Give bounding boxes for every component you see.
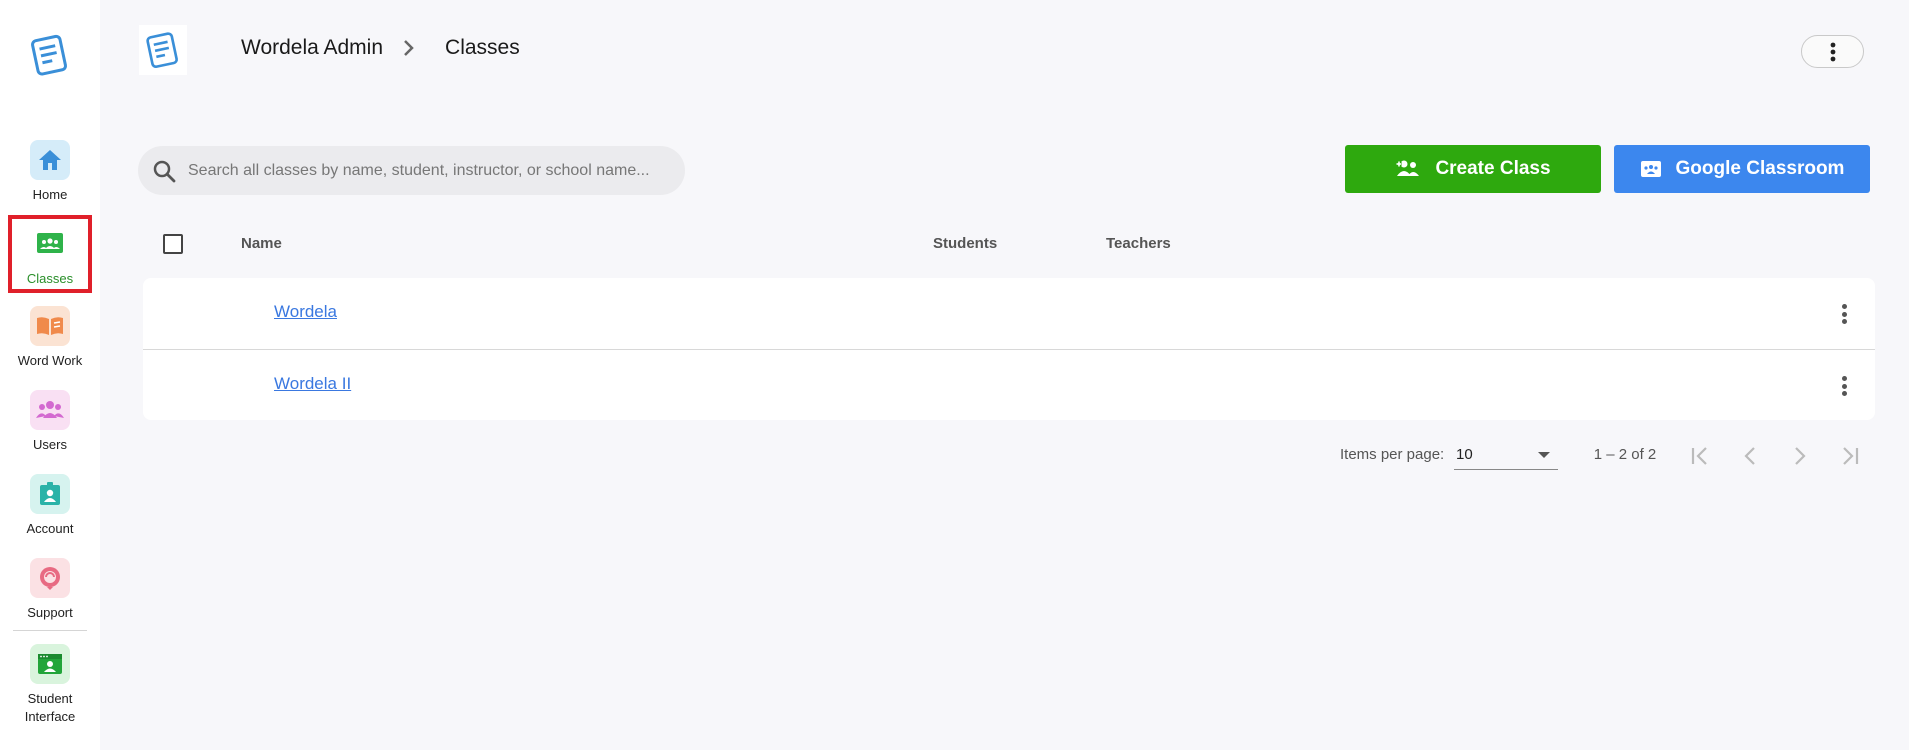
- sidebar-item-student-interface[interactable]: Student Interface: [0, 644, 100, 726]
- breadcrumb-root[interactable]: Wordela Admin: [241, 36, 383, 60]
- create-class-button[interactable]: Create Class: [1345, 145, 1601, 193]
- google-classroom-icon: [1640, 161, 1661, 177]
- next-page-button[interactable]: [1776, 432, 1824, 480]
- page-size-value: 10: [1456, 446, 1473, 463]
- row-more-button[interactable]: [1839, 302, 1849, 326]
- account-badge-icon: [30, 474, 70, 514]
- first-page-icon: [1691, 447, 1707, 465]
- home-icon: [30, 140, 70, 180]
- column-header-teachers[interactable]: Teachers: [1106, 235, 1171, 252]
- sidebar-item-label: Student Interface: [24, 691, 76, 724]
- sidebar-divider: [13, 630, 87, 631]
- row-more-button[interactable]: [1839, 374, 1849, 398]
- sidebar: Home Classes Word Work Users Account Sup…: [0, 0, 100, 750]
- search-input[interactable]: [188, 161, 678, 180]
- search-icon: [153, 160, 176, 182]
- sidebar-item-label: Word Work: [17, 353, 83, 368]
- table-header: Name Students Teachers: [142, 228, 1872, 258]
- search-bar: [138, 146, 685, 195]
- google-classroom-button[interactable]: Google Classroom: [1614, 145, 1870, 193]
- table-row: Wordela II: [143, 349, 1875, 420]
- sidebar-item-users[interactable]: Users: [0, 390, 100, 454]
- chevron-right-icon: [1795, 447, 1806, 465]
- column-header-students[interactable]: Students: [933, 235, 997, 252]
- page-range-label: 1 – 2 of 2: [1593, 446, 1657, 463]
- chevron-right-icon: [403, 39, 415, 57]
- class-name-link[interactable]: Wordela: [274, 302, 337, 322]
- support-icon: [30, 558, 70, 598]
- google-classroom-label: Google Classroom: [1675, 158, 1845, 179]
- sidebar-item-label: Users: [33, 437, 67, 452]
- select-all-checkbox[interactable]: [163, 234, 183, 254]
- book-icon: [30, 306, 70, 346]
- active-item-highlight: [8, 215, 92, 293]
- items-per-page-label: Items per page:: [1340, 446, 1445, 463]
- chevron-left-icon: [1744, 447, 1755, 465]
- sidebar-item-home[interactable]: Home: [0, 140, 100, 204]
- sidebar-item-label: Account: [26, 521, 74, 536]
- class-table: Wordela Wordela II: [143, 278, 1875, 420]
- users-icon: [30, 390, 70, 430]
- more-vertical-icon: [1830, 42, 1835, 61]
- dropdown-arrow-icon: [1538, 452, 1550, 458]
- sidebar-item-label: Home: [32, 187, 68, 202]
- table-row: Wordela: [143, 278, 1875, 349]
- brand-logo-icon: [139, 25, 187, 75]
- sidebar-item-label: Support: [27, 605, 73, 620]
- column-header-name[interactable]: Name: [241, 235, 282, 252]
- student-interface-icon: [30, 644, 70, 684]
- create-class-label: Create Class: [1435, 158, 1551, 179]
- breadcrumb: Wordela Admin Classes: [241, 36, 520, 60]
- last-page-button[interactable]: [1826, 432, 1874, 480]
- previous-page-button[interactable]: [1726, 432, 1774, 480]
- add-users-icon: [1396, 160, 1420, 176]
- app-logo-icon[interactable]: [25, 30, 75, 80]
- breadcrumb-current: Classes: [445, 36, 520, 59]
- sidebar-item-word-work[interactable]: Word Work: [0, 306, 100, 370]
- last-page-icon: [1843, 447, 1859, 465]
- sidebar-item-support[interactable]: Support: [0, 558, 100, 622]
- class-name-link[interactable]: Wordela II: [274, 374, 351, 394]
- sidebar-item-account[interactable]: Account: [0, 474, 100, 538]
- first-page-button[interactable]: [1676, 432, 1724, 480]
- page-size-select[interactable]: 10: [1454, 440, 1558, 470]
- header-more-button[interactable]: [1801, 35, 1864, 68]
